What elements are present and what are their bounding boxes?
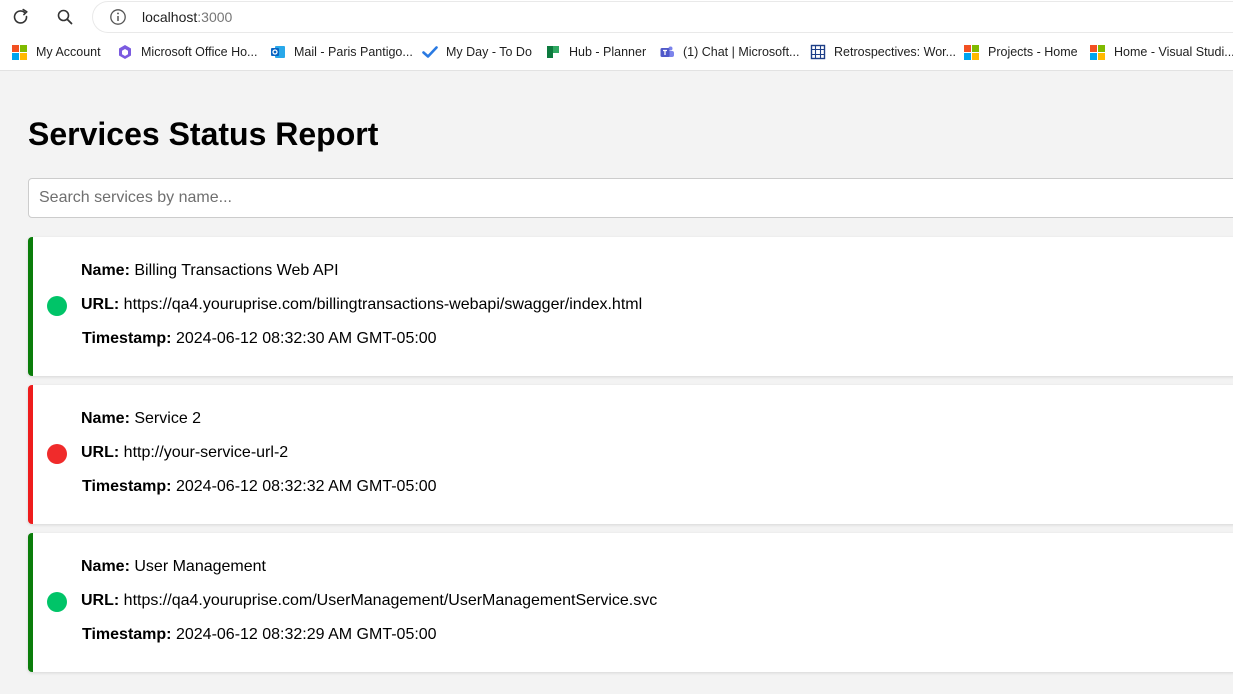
page-title: Services Status Report: [28, 116, 379, 152]
service-name: Name: Service 2: [81, 410, 201, 428]
service-timestamp: Timestamp: 2024-06-12 08:32:32 AM GMT-05…: [82, 478, 437, 496]
teams-icon: [659, 44, 675, 60]
bookmark-label: Hub - Planner: [569, 45, 647, 59]
bookmark-retrospectives[interactable]: Retrospectives: Wor...: [810, 42, 956, 62]
service-timestamp-value: 2024-06-12 08:32:29 AM GMT-05:00: [175, 626, 437, 643]
timestamp-label: Timestamp:: [82, 626, 172, 643]
service-url: URL: https://qa4.youruprise.com/UserMana…: [81, 592, 657, 610]
service-timestamp: Timestamp: 2024-06-12 08:32:30 AM GMT-05…: [82, 330, 437, 348]
bookmark-todo[interactable]: My Day - To Do: [422, 42, 532, 62]
status-up-indicator: [47, 296, 67, 316]
bookmark-mail[interactable]: Mail - Paris Pantigo...: [270, 42, 413, 62]
service-timestamp: Timestamp: 2024-06-12 08:32:29 AM GMT-05…: [82, 626, 437, 644]
service-name: Name: User Management: [81, 558, 266, 576]
office-icon: [117, 44, 133, 60]
bookmark-office-home[interactable]: Microsoft Office Ho...: [117, 42, 257, 62]
service-name: Name: Billing Transactions Web API: [81, 262, 339, 280]
service-name-value: Service 2: [134, 410, 202, 427]
service-name-value: Billing Transactions Web API: [134, 262, 339, 279]
search-icon[interactable]: [54, 6, 76, 28]
search-input[interactable]: [28, 178, 1233, 218]
bookmark-label: My Account: [36, 45, 101, 59]
bookmark-projects-home[interactable]: Projects - Home: [964, 42, 1078, 62]
address-port: :3000: [197, 9, 233, 25]
url-label: URL:: [81, 296, 120, 313]
grid-board-icon: [810, 44, 826, 60]
reload-icon[interactable]: [10, 6, 32, 28]
microsoft-logo-icon: [1090, 44, 1106, 60]
bookmark-label: Retrospectives: Wor...: [834, 45, 957, 59]
address-bar[interactable]: localhost:3000: [93, 2, 1233, 32]
service-url: URL: https://qa4.youruprise.com/billingt…: [81, 296, 642, 314]
service-name-value: User Management: [134, 558, 266, 575]
bookmark-planner[interactable]: Hub - Planner: [545, 42, 646, 62]
service-url-value: https://qa4.youruprise.com/UserManagemen…: [123, 592, 658, 609]
service-url-value: https://qa4.youruprise.com/billingtransa…: [123, 296, 643, 313]
service-timestamp-value: 2024-06-12 08:32:30 AM GMT-05:00: [175, 330, 437, 347]
service-card: Name: Service 2 URL: http://your-service…: [28, 385, 1233, 524]
url-label: URL:: [81, 444, 120, 461]
address-host: localhost: [142, 9, 198, 25]
service-url: URL: http://your-service-url-2: [81, 444, 288, 462]
timestamp-label: Timestamp:: [82, 330, 172, 347]
bookmark-label: Mail - Paris Pantigo...: [294, 45, 413, 59]
planner-icon: [545, 44, 561, 60]
service-card: Name: User Management URL: https://qa4.y…: [28, 533, 1233, 672]
outlook-icon: [270, 44, 286, 60]
service-url-value: http://your-service-url-2: [123, 444, 289, 461]
name-label: Name:: [81, 410, 130, 427]
site-info-icon[interactable]: [109, 8, 127, 26]
service-card: Name: Billing Transactions Web API URL: …: [28, 237, 1233, 376]
timestamp-label: Timestamp:: [82, 478, 172, 495]
bookmark-label: My Day - To Do: [446, 45, 532, 59]
bookmark-visual-studio[interactable]: Home - Visual Studi...: [1090, 42, 1233, 62]
bookmarks-bar: My Account Microsoft Office Ho... Mail -…: [0, 38, 1233, 66]
bookmark-label: Projects - Home: [988, 45, 1078, 59]
status-down-indicator: [47, 444, 67, 464]
status-up-indicator: [47, 592, 67, 612]
bookmark-label: Home - Visual Studi...: [1114, 45, 1233, 59]
url-label: URL:: [81, 592, 120, 609]
bookmark-my-account[interactable]: My Account: [12, 42, 101, 62]
bookmark-label: (1) Chat | Microsoft...: [683, 45, 800, 59]
bookmark-label: Microsoft Office Ho...: [141, 45, 258, 59]
browser-toolbar: localhost:3000 My Account Microsoft Offi…: [0, 0, 1233, 71]
microsoft-logo-icon: [12, 44, 28, 60]
name-label: Name:: [81, 558, 130, 575]
name-label: Name:: [81, 262, 130, 279]
service-timestamp-value: 2024-06-12 08:32:32 AM GMT-05:00: [175, 478, 437, 495]
microsoft-logo-icon: [964, 44, 980, 60]
address-url[interactable]: localhost:3000: [142, 9, 232, 25]
todo-check-icon: [422, 44, 438, 60]
bookmark-teams-chat[interactable]: (1) Chat | Microsoft...: [659, 42, 799, 62]
